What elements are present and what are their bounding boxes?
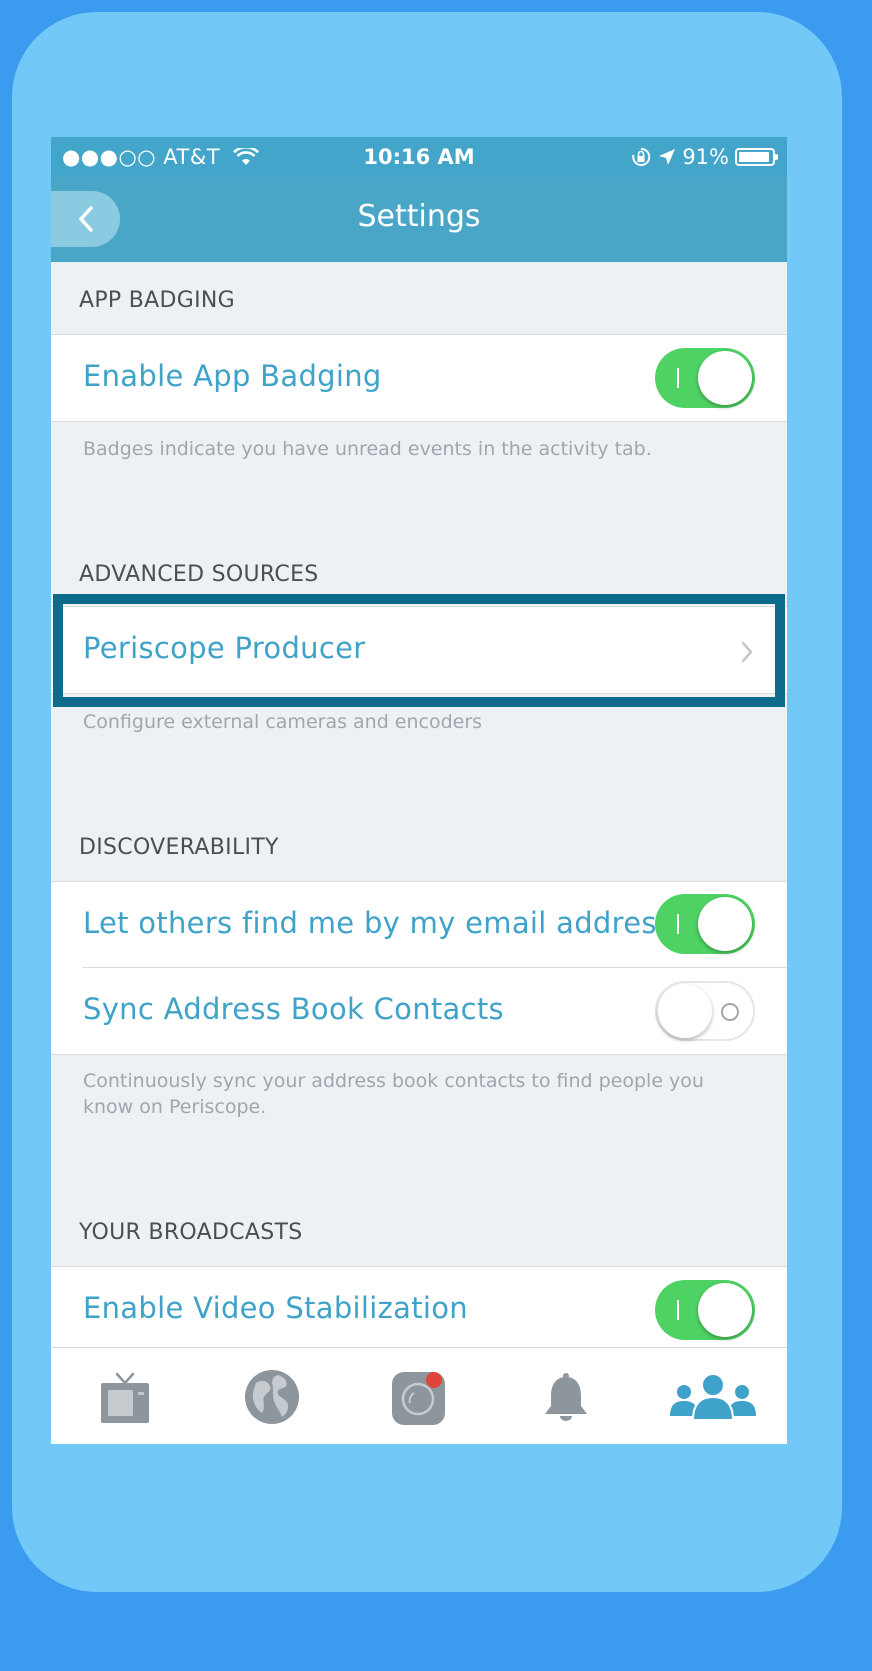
people-icon [669, 1372, 756, 1421]
toggle-on-mark [677, 914, 679, 934]
row-label-video-stabilization: Enable Video Stabilization [83, 1291, 468, 1325]
row-label-sync-contacts: Sync Address Book Contacts [83, 992, 504, 1026]
chevron-right-icon [741, 641, 753, 663]
tv-icon [100, 1372, 149, 1423]
page-title: Settings [357, 199, 481, 234]
section-header-discoverability: DISCOVERABILITY [79, 835, 279, 860]
toggle-on-mark [677, 1300, 679, 1320]
toggle-video-stabilization[interactable] [655, 1280, 755, 1340]
navigation-bar: Settings [51, 177, 787, 262]
location-arrow-icon [659, 149, 676, 165]
toggle-knob [698, 351, 752, 405]
section-header-your-broadcasts: YOUR BROADCASTS [79, 1220, 303, 1245]
toggle-knob [658, 984, 712, 1038]
battery-percent: 91% [682, 145, 729, 169]
tab-people[interactable] [639, 1348, 786, 1444]
row-video-stabilization: Enable Video Stabilization [51, 1266, 787, 1353]
row-separator [83, 967, 787, 968]
toggle-on-mark [677, 368, 679, 388]
phone-screen: ●●●○○ AT&T 10:16 AM 91% Settings APP BAD… [51, 137, 787, 1444]
toggle-knob [698, 897, 752, 951]
row-label-find-by-email: Let others find me by my email address [83, 906, 673, 940]
section-header-advanced-sources: ADVANCED SOURCES [79, 562, 319, 587]
group-discoverability: Let others find me by my email address S… [51, 881, 787, 1055]
tab-bar [51, 1347, 787, 1444]
tab-notifications[interactable] [492, 1348, 639, 1444]
globe-icon [244, 1369, 299, 1424]
status-right: 91% [630, 145, 778, 169]
tab-watch[interactable] [51, 1348, 198, 1444]
bell-icon [544, 1372, 587, 1421]
battery-icon [735, 148, 778, 166]
tab-broadcast[interactable] [345, 1348, 492, 1444]
toggle-off-mark [721, 1003, 739, 1021]
orientation-lock-icon [632, 147, 651, 166]
row-label-enable-app-badging: Enable App Badging [83, 359, 382, 393]
footer-advanced-sources: Configure external cameras and encoders [83, 711, 483, 733]
footer-app-badging: Badges indicate you have unread events i… [83, 438, 652, 460]
toggle-find-by-email[interactable] [655, 894, 755, 954]
footer-discoverability: Continuously sync your address book cont… [83, 1070, 704, 1118]
toggle-knob [698, 1283, 752, 1337]
camera-broadcast-icon [391, 1371, 445, 1425]
section-header-app-badging: APP BADGING [79, 288, 236, 313]
toggle-sync-contacts[interactable] [655, 981, 755, 1041]
tab-global[interactable] [198, 1348, 345, 1444]
row-label-periscope-producer: Periscope Producer [83, 631, 366, 665]
row-periscope-producer[interactable]: Periscope Producer [51, 606, 787, 694]
toggle-enable-app-badging[interactable] [655, 348, 755, 408]
status-bar: ●●●○○ AT&T 10:16 AM 91% [51, 137, 787, 177]
row-enable-app-badging: Enable App Badging [51, 334, 787, 422]
